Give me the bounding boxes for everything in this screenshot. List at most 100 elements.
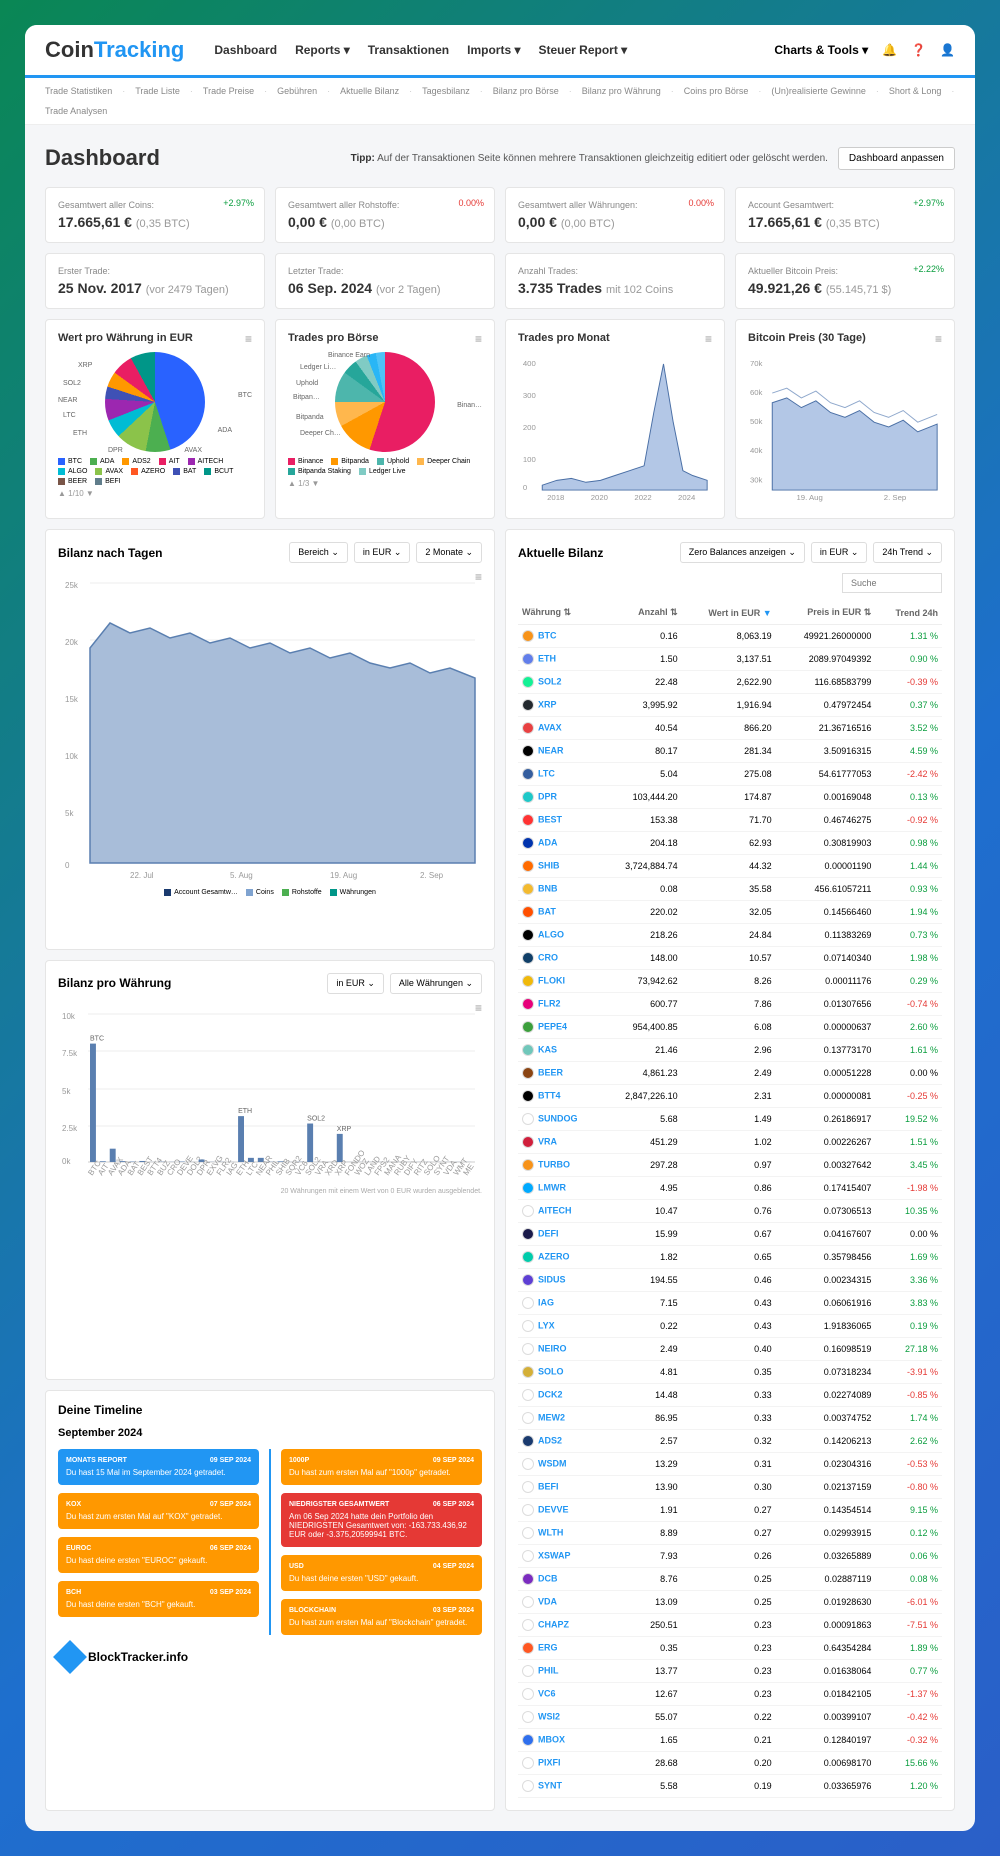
timeline-item[interactable]: 1000P09 SEP 2024Du hast zum ersten Mal a… (281, 1449, 482, 1485)
table-row[interactable]: KAS21.462.960.137731701.61 % (518, 1039, 942, 1062)
table-row[interactable]: DPR103,444.20174.870.001690480.13 % (518, 786, 942, 809)
select[interactable]: Alle Währungen ⌄ (390, 973, 482, 994)
table-row[interactable]: VDA13.090.250.01928630-6.01 % (518, 1591, 942, 1614)
charts-tools-menu[interactable]: Charts & Tools ▾ (774, 43, 868, 57)
user-icon[interactable]: 👤 (940, 43, 955, 57)
table-row[interactable]: XSWAP7.930.260.032658890.06 % (518, 1545, 942, 1568)
customize-button[interactable]: Dashboard anpassen (838, 147, 955, 170)
subnav-item[interactable]: Trade Analysen (45, 106, 107, 116)
table-row[interactable]: IAG7.150.430.060619163.83 % (518, 1292, 942, 1315)
subnav-item[interactable]: Short & Long (889, 86, 942, 96)
menu-icon[interactable]: ≡ (935, 332, 942, 346)
subnav-item[interactable]: Gebühren (277, 86, 317, 96)
table-row[interactable]: BEFI13.900.300.02137159-0.80 % (518, 1476, 942, 1499)
table-row[interactable]: DEVVE1.910.270.143545149.15 % (518, 1499, 942, 1522)
table-row[interactable]: ADA204.1862.930.308199030.98 % (518, 832, 942, 855)
table-row[interactable]: XRP3,995.921,916.940.479724540.37 % (518, 694, 942, 717)
table-row[interactable]: ALGO218.2624.840.113832690.73 % (518, 924, 942, 947)
subnav-item[interactable]: (Un)realisierte Gewinne (771, 86, 866, 96)
nav-item[interactable]: Dashboard (214, 43, 277, 57)
col-amount[interactable]: Anzahl ⇅ (602, 601, 682, 625)
table-row[interactable]: LMWR4.950.860.17415407-1.98 % (518, 1177, 942, 1200)
table-row[interactable]: SOL222.482,622.90116.68583799-0.39 % (518, 671, 942, 694)
timeline-item[interactable]: BCH03 SEP 2024Du hast deine ersten "BCH"… (58, 1581, 259, 1617)
select[interactable]: in EUR ⌄ (811, 542, 868, 563)
timeline-item[interactable]: BLOCKCHAIN03 SEP 2024Du hast zum ersten … (281, 1599, 482, 1635)
subnav-item[interactable]: Trade Preise (203, 86, 254, 96)
subnav-item[interactable]: Coins pro Börse (684, 86, 749, 96)
col-price[interactable]: Preis in EUR ⇅ (776, 601, 876, 625)
subnav-item[interactable]: Bilanz pro Börse (493, 86, 559, 96)
blocktracker-logo[interactable]: BlockTracker.info (58, 1645, 482, 1669)
table-row[interactable]: LYX0.220.431.918360650.19 % (518, 1315, 942, 1338)
table-row[interactable]: CHAPZ250.510.230.00091863-7.51 % (518, 1614, 942, 1637)
menu-icon[interactable]: ≡ (705, 332, 712, 346)
nav-item[interactable]: Reports ▾ (295, 43, 350, 57)
menu-icon[interactable]: ≡ (245, 332, 252, 346)
subnav-item[interactable]: Tagesbilanz (422, 86, 470, 96)
nav-item[interactable]: Imports ▾ (467, 43, 520, 57)
table-row[interactable]: ERG0.350.230.643542841.89 % (518, 1637, 942, 1660)
table-row[interactable]: SYNT5.580.190.033659761.20 % (518, 1775, 942, 1798)
col-value[interactable]: Wert in EUR ▼ (682, 601, 776, 625)
menu-icon[interactable]: ≡ (475, 332, 482, 346)
table-row[interactable]: FLR2600.777.860.01307656-0.74 % (518, 993, 942, 1016)
menu-icon[interactable]: ≡ (475, 570, 482, 584)
table-row[interactable]: CRO148.0010.570.071403401.98 % (518, 947, 942, 970)
table-row[interactable]: WSI255.070.220.00399107-0.42 % (518, 1706, 942, 1729)
logo[interactable]: CoinTracking (45, 37, 184, 63)
bell-icon[interactable]: 🔔 (882, 43, 897, 57)
timeline-item[interactable]: EUROC06 SEP 2024Du hast deine ersten "EU… (58, 1537, 259, 1573)
select[interactable]: Bereich ⌄ (289, 542, 348, 563)
table-row[interactable]: NEAR80.17281.343.509163154.59 % (518, 740, 942, 763)
chart-pager[interactable]: ▲ 1/3 ▼ (288, 479, 482, 488)
table-row[interactable]: SUNDOG5.681.490.2618691719.52 % (518, 1108, 942, 1131)
table-row[interactable]: SIDUS194.550.460.002343153.36 % (518, 1269, 942, 1292)
table-row[interactable]: VC612.670.230.01842105-1.37 % (518, 1683, 942, 1706)
subnav-item[interactable]: Bilanz pro Währung (582, 86, 661, 96)
table-row[interactable]: DCK214.480.330.02274089-0.85 % (518, 1384, 942, 1407)
select[interactable]: in EUR ⌄ (354, 542, 411, 563)
nav-item[interactable]: Transaktionen (368, 43, 449, 57)
timeline-item[interactable]: MONATS REPORT09 SEP 2024Du hast 15 Mal i… (58, 1449, 259, 1485)
table-row[interactable]: WLTH8.890.270.029939150.12 % (518, 1522, 942, 1545)
table-row[interactable]: AVAX40.54866.2021.367165163.52 % (518, 717, 942, 740)
col-currency[interactable]: Währung ⇅ (518, 601, 602, 625)
table-row[interactable]: AITECH10.470.760.0730651310.35 % (518, 1200, 942, 1223)
subnav-item[interactable]: Trade Liste (135, 86, 180, 96)
table-row[interactable]: PHIL13.770.230.016380640.77 % (518, 1660, 942, 1683)
table-row[interactable]: WSDM13.290.310.02304316-0.53 % (518, 1453, 942, 1476)
table-row[interactable]: MEW286.950.330.003747521.74 % (518, 1407, 942, 1430)
search-input[interactable] (842, 573, 942, 593)
col-trend[interactable]: Trend 24h (875, 601, 942, 625)
table-row[interactable]: SOLO4.810.350.07318234-3.91 % (518, 1361, 942, 1384)
table-row[interactable]: MBOX1.650.210.12840197-0.32 % (518, 1729, 942, 1752)
table-row[interactable]: BEST153.3871.700.46746275-0.92 % (518, 809, 942, 832)
table-row[interactable]: BTT42,847,226.102.310.00000081-0.25 % (518, 1085, 942, 1108)
select[interactable]: Zero Balances anzeigen ⌄ (680, 542, 805, 563)
subnav-item[interactable]: Trade Statistiken (45, 86, 112, 96)
table-row[interactable]: FLOKI73,942.628.260.000111760.29 % (518, 970, 942, 993)
table-row[interactable]: BNB0.0835.58456.610572110.93 % (518, 878, 942, 901)
timeline-item[interactable]: KOX07 SEP 2024Du hast zum ersten Mal auf… (58, 1493, 259, 1529)
table-row[interactable]: ADS22.570.320.142062132.62 % (518, 1430, 942, 1453)
table-row[interactable]: VRA451.291.020.002262671.51 % (518, 1131, 942, 1154)
nav-item[interactable]: Steuer Report ▾ (539, 43, 628, 57)
select[interactable]: 24h Trend ⌄ (873, 542, 942, 563)
help-icon[interactable]: ❓ (911, 43, 926, 57)
table-row[interactable]: LTC5.04275.0854.61777053-2.42 % (518, 763, 942, 786)
chart-pager[interactable]: ▲ 1/10 ▼ (58, 489, 252, 498)
table-row[interactable]: SHIB3,724,884.7444.320.000011901.44 % (518, 855, 942, 878)
table-row[interactable]: PIXFI28.680.200.0069817015.66 % (518, 1752, 942, 1775)
table-row[interactable]: BEER4,861.232.490.000512280.00 % (518, 1062, 942, 1085)
table-row[interactable]: DEFI15.990.670.041676070.00 % (518, 1223, 942, 1246)
select[interactable]: 2 Monate ⌄ (416, 542, 482, 563)
table-row[interactable]: AZERO1.820.650.357984561.69 % (518, 1246, 942, 1269)
table-row[interactable]: BTC0.168,063.1949921.260000001.31 % (518, 625, 942, 648)
table-row[interactable]: TURBO297.280.970.003276423.45 % (518, 1154, 942, 1177)
select[interactable]: in EUR ⌄ (327, 973, 384, 994)
table-row[interactable]: NEIRO2.490.400.1609851927.18 % (518, 1338, 942, 1361)
table-row[interactable]: PEPE4954,400.856.080.000006372.60 % (518, 1016, 942, 1039)
timeline-item[interactable]: NIEDRIGSTER GESAMTWERT06 SEP 2024Am 06 S… (281, 1493, 482, 1547)
timeline-item[interactable]: USD04 SEP 2024Du hast deine ersten "USD"… (281, 1555, 482, 1591)
